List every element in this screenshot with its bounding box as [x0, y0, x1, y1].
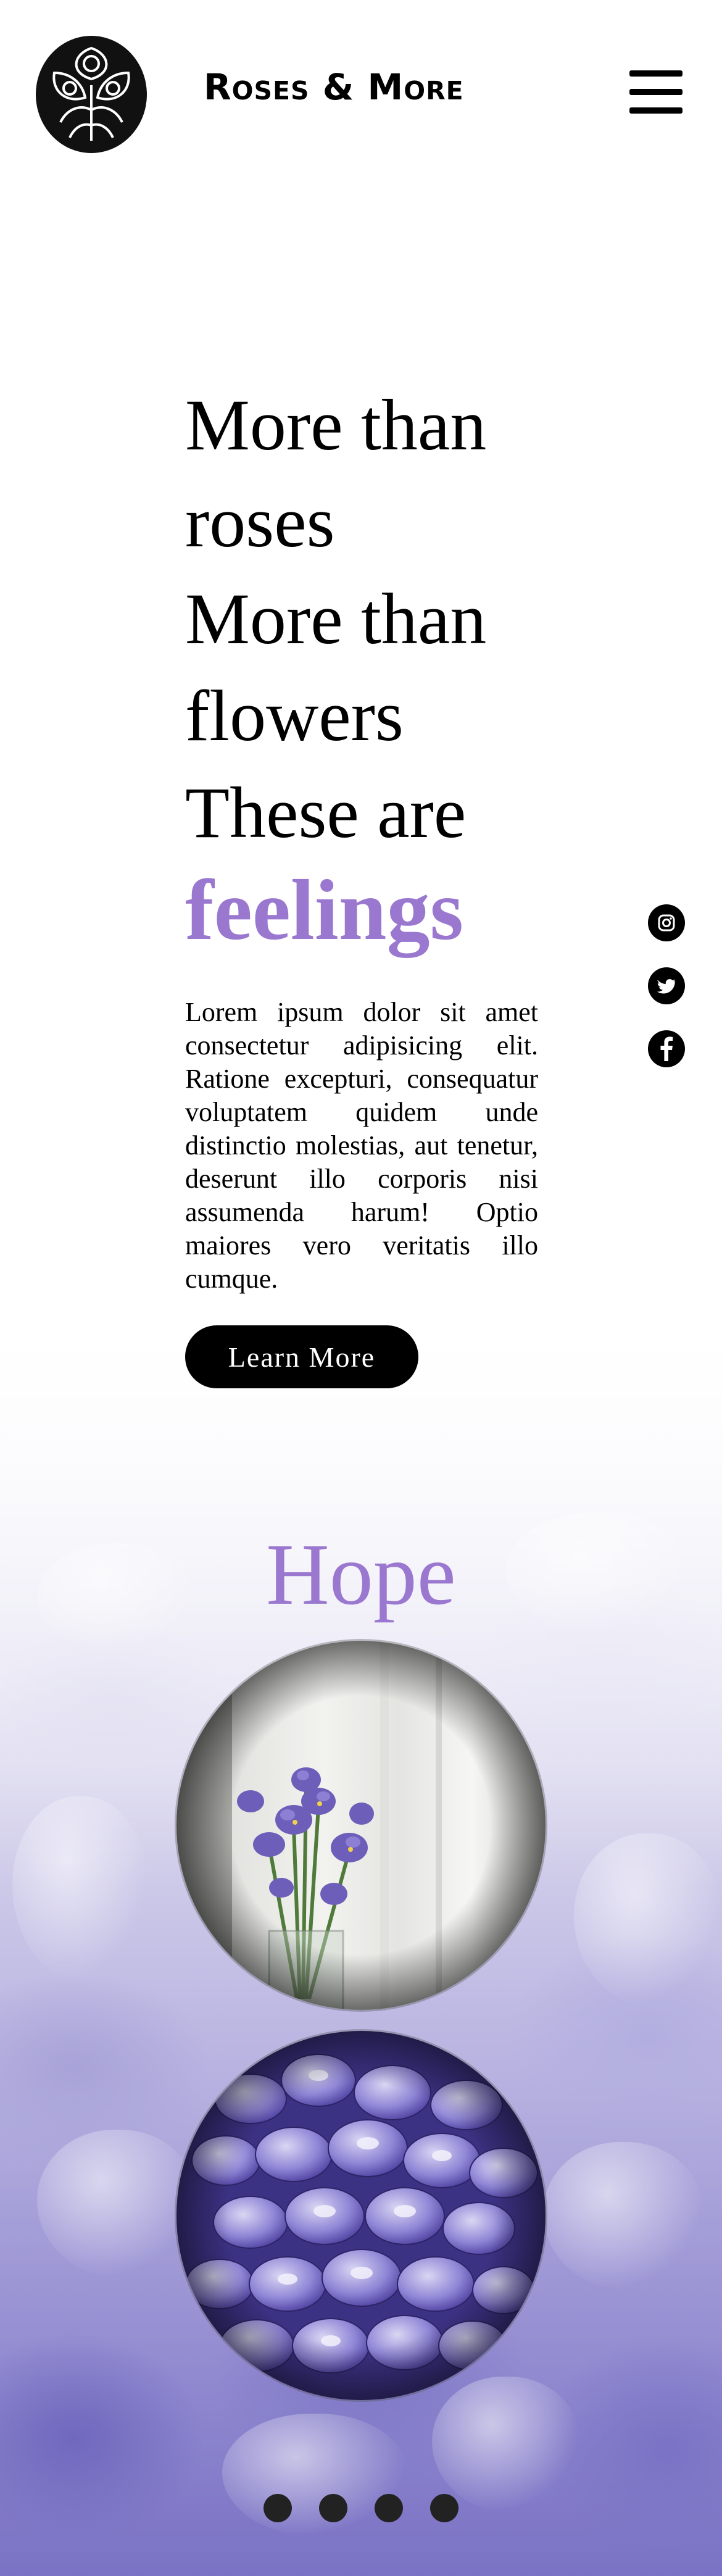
- hero-line-2: roses: [185, 481, 335, 562]
- carousel-dot-2[interactable]: [319, 2494, 347, 2522]
- social-links: [648, 904, 686, 1093]
- wisteria-cluster-image[interactable]: [176, 2031, 546, 2400]
- hero-description: Lorem ipsum dolor sit amet consectetur a…: [185, 997, 538, 1294]
- instagram-icon[interactable]: [648, 904, 685, 941]
- hero-line-1: More than: [185, 385, 487, 465]
- hero-line-3: More than: [185, 578, 487, 659]
- hamburger-menu-icon[interactable]: [628, 68, 685, 117]
- carousel-dot-4[interactable]: [430, 2494, 459, 2522]
- carousel-dots: [0, 2494, 722, 2522]
- hero-line-5: These are: [185, 772, 467, 853]
- hero-line-4: flowers: [185, 675, 404, 756]
- hero-accent-word: feelings: [185, 862, 464, 958]
- hero-section: More than roses More than flowers These …: [185, 377, 538, 1388]
- facebook-icon[interactable]: [648, 1030, 685, 1067]
- iris-vase-image[interactable]: [176, 1641, 546, 2010]
- rose-emblem-icon[interactable]: [36, 36, 147, 153]
- brand-name[interactable]: Roses & More: [204, 69, 464, 105]
- carousel-dot-1[interactable]: [263, 2494, 292, 2522]
- hope-title: Hope: [266, 1525, 456, 1623]
- twitter-icon[interactable]: [648, 967, 685, 1004]
- carousel-dot-3[interactable]: [375, 2494, 403, 2522]
- site-header: Roses & More: [0, 0, 722, 185]
- learn-more-button[interactable]: Learn More: [185, 1325, 418, 1388]
